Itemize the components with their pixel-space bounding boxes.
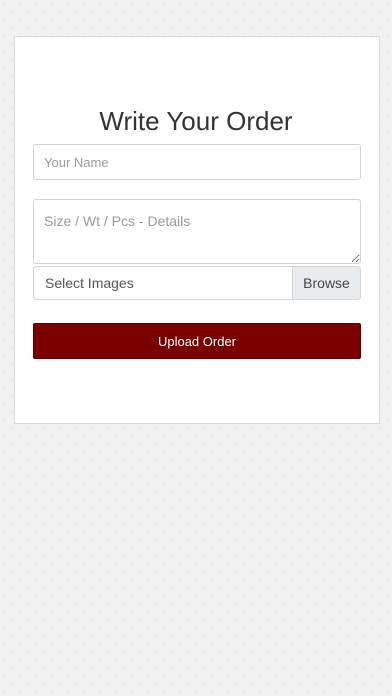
page-title: Write Your Order — [99, 106, 293, 136]
upload-order-button[interactable]: Upload Order — [33, 323, 361, 359]
file-picker-label: Select Images — [45, 275, 134, 291]
browse-button[interactable]: Browse — [292, 267, 360, 299]
name-input[interactable] — [33, 144, 361, 180]
details-textarea[interactable] — [33, 199, 361, 264]
image-file-picker[interactable]: Select Images Browse — [33, 266, 361, 300]
